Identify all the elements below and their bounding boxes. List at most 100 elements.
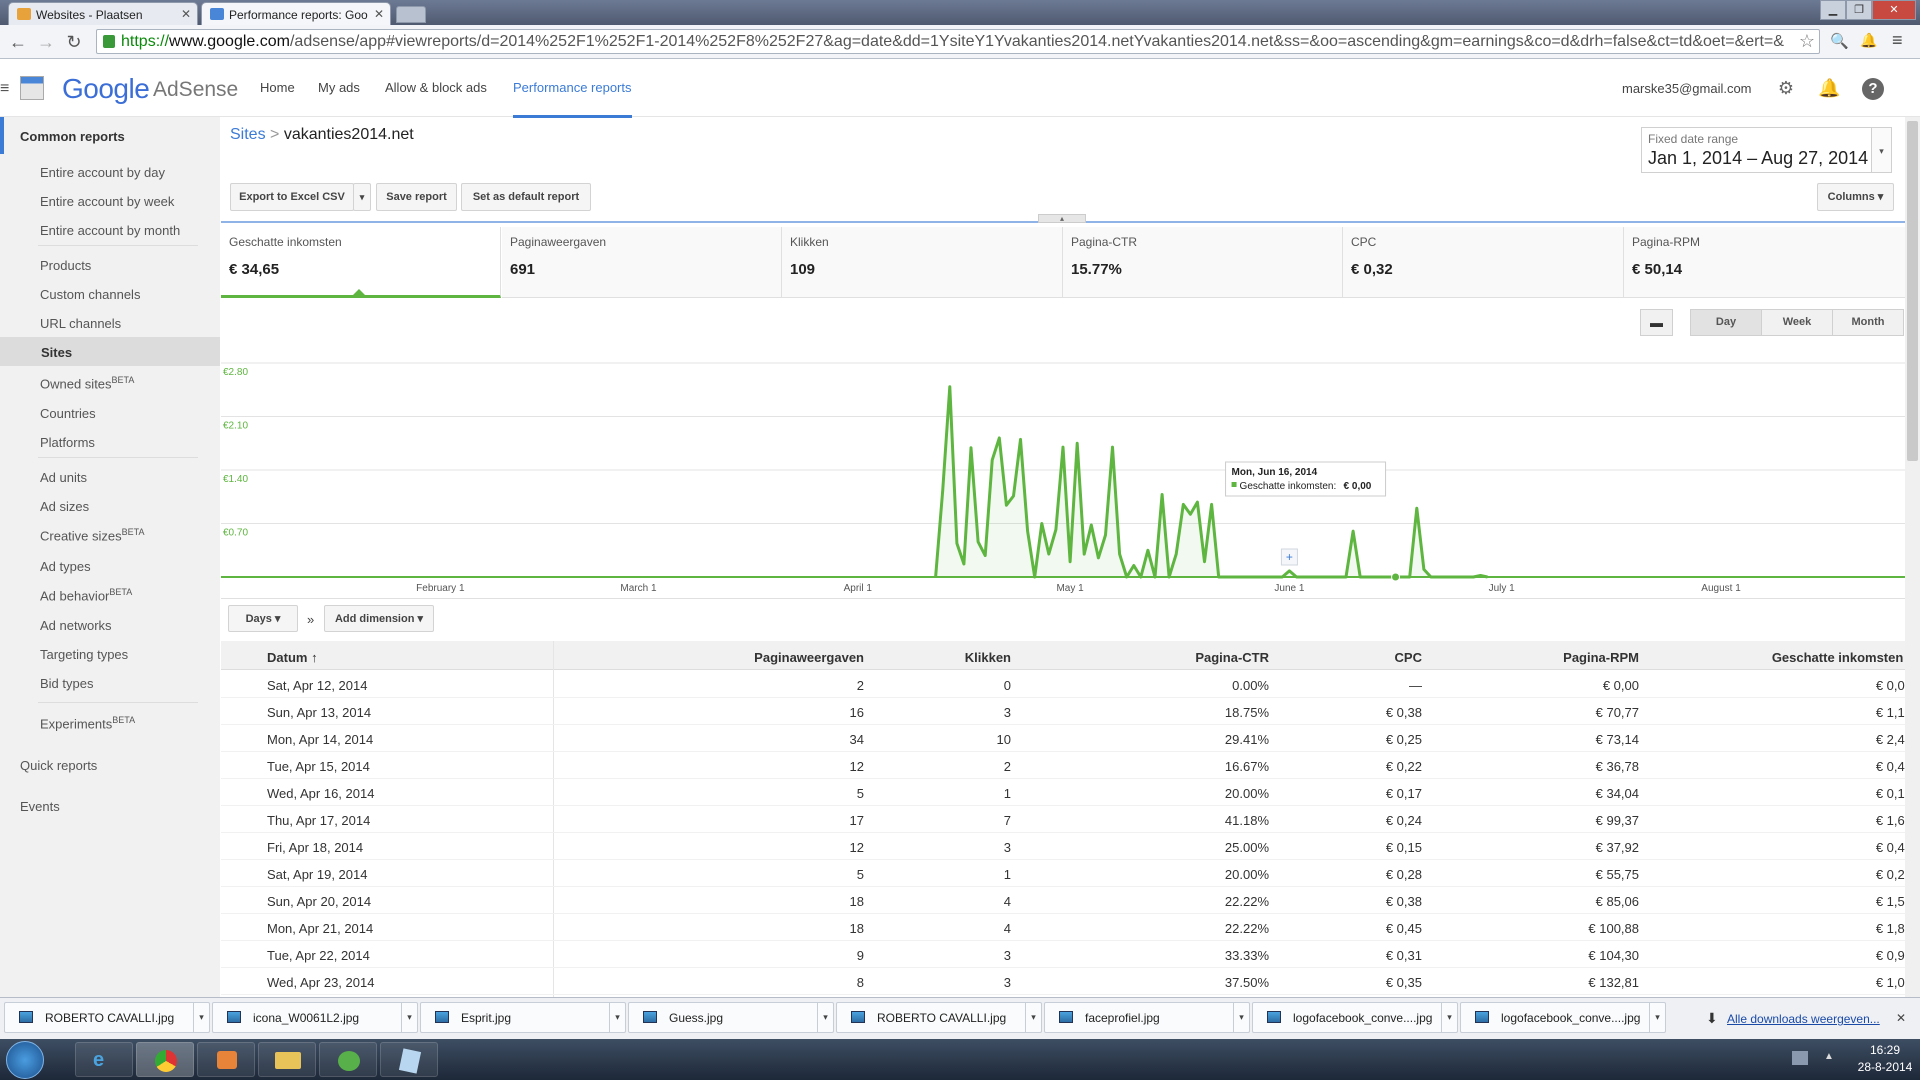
taskbar-chrome-icon[interactable] [136,1042,194,1077]
sidebar-item-ad-behavior[interactable]: Ad behaviorBETA [40,587,132,603]
extension-bell-icon[interactable]: 🔔 [1860,32,1880,52]
breadcrumb-sites-link[interactable]: Sites [230,126,266,143]
metric-card-pageviews[interactable]: Paginaweergaven 691 [502,227,782,298]
sidebar-item-entire-account-by-month[interactable]: Entire account by month [40,223,180,238]
sidebar-item-ad-sizes[interactable]: Ad sizes [40,499,89,514]
set-default-report-button[interactable]: Set as default report [461,183,591,211]
forward-arrow-icon[interactable]: → [34,31,58,53]
taskbar-explorer-folder-icon[interactable] [258,1042,316,1077]
download-options-dropdown-icon[interactable]: ▾ [817,1003,833,1032]
column-header-cpc[interactable]: CPC [1321,650,1422,665]
taskbar-messenger-icon[interactable] [319,1042,377,1077]
taskbar-clock-date[interactable]: 28-8-2014 [1850,1060,1920,1074]
sidebar-item-url-channels[interactable]: URL channels [40,316,121,331]
column-header-estimated-earnings[interactable]: Geschatte inkomsten * [1671,650,1912,665]
close-tab-icon[interactable]: ✕ [181,7,191,21]
sidebar-section-common-reports[interactable]: Common reports [20,129,125,144]
help-icon[interactable]: ? [1862,78,1884,100]
sidebar-item-ad-networks[interactable]: Ad networks [40,618,112,633]
earnings-line-chart[interactable]: €0.70 €1.40 €2.10 €2.80 February 1 March 1 Apr… [221,345,1905,595]
sidebar-item-countries[interactable]: Countries [40,406,96,421]
sidebar-toggle-icon[interactable]: ≡ [0,80,9,98]
taskbar-media-player-icon[interactable] [197,1042,255,1077]
close-window-button[interactable]: ✕ [1872,0,1916,20]
download-options-dropdown-icon[interactable]: ▾ [1441,1003,1457,1032]
new-tab-button[interactable] [396,6,426,23]
tray-network-icon[interactable] [1792,1051,1808,1065]
annotations-comment-icon[interactable]: ▬ [1640,309,1673,336]
chrome-menu-icon[interactable]: ≡ [1892,30,1912,50]
date-range-picker[interactable]: Fixed date range Jan 1, 2014 – Aug 27, 2… [1641,127,1872,173]
collapse-handle-icon[interactable]: ▴ [1038,214,1086,223]
date-range-dropdown-icon[interactable]: ▾ [1872,127,1892,173]
download-item[interactable]: Guess.jpg ▾ [628,1002,834,1033]
granularity-month-tab[interactable]: Month [1832,309,1904,336]
taskbar-notepad-icon[interactable] [380,1042,438,1077]
download-item[interactable]: Esprit.jpg ▾ [420,1002,626,1033]
export-csv-button[interactable]: Export to Excel CSV [230,183,354,211]
granularity-day-tab[interactable]: Day [1690,309,1762,336]
show-all-downloads-link[interactable]: Alle downloads weergeven... [1727,1012,1880,1026]
sidebar-item-ad-units[interactable]: Ad units [40,470,87,485]
column-header-pageviews[interactable]: Paginaweergaven [621,650,864,665]
nav-home[interactable]: Home [260,80,295,95]
sidebar-item-sites[interactable]: Sites [41,345,72,360]
add-dimension-button[interactable]: Add dimension ▾ [324,605,434,632]
sidebar-item-bid-types[interactable]: Bid types [40,676,93,691]
notifications-bell-icon[interactable]: 🔔 [1818,78,1840,100]
sidebar-item-custom-channels[interactable]: Custom channels [40,287,140,302]
sidebar-section-quick-reports[interactable]: Quick reports [20,758,97,773]
download-options-dropdown-icon[interactable]: ▾ [1233,1003,1249,1032]
download-options-dropdown-icon[interactable]: ▾ [1649,1003,1665,1032]
scrollbar-thumb[interactable] [1907,121,1918,461]
sidebar-item-platforms[interactable]: Platforms [40,435,95,450]
sidebar-item-entire-account-by-week[interactable]: Entire account by week [40,194,174,209]
taskbar-clock-time[interactable]: 16:29 [1856,1043,1914,1057]
sidebar-item-targeting-types[interactable]: Targeting types [40,647,128,662]
download-options-dropdown-icon[interactable]: ▾ [1025,1003,1041,1032]
granularity-week-tab[interactable]: Week [1761,309,1833,336]
nav-performance-reports[interactable]: Performance reports [513,80,632,118]
export-dropdown-icon[interactable]: ▾ [353,183,371,211]
sidebar-section-events[interactable]: Events [20,799,60,814]
minimize-window-button[interactable]: ▁ [1820,0,1846,20]
bookmark-star-icon[interactable]: ☆ [1798,31,1815,52]
sidebar-item-creative-sizes[interactable]: Creative sizesBETA [40,527,144,543]
account-email[interactable]: marske35@gmail.com [1622,81,1752,96]
metric-card-cpc[interactable]: CPC € 0,32 [1343,227,1624,298]
column-header-page-rpm[interactable]: Pagina-RPM [1521,650,1639,665]
sidebar-item-owned-sites[interactable]: Owned sitesBETA [40,375,134,391]
metric-card-clicks[interactable]: Klikken 109 [782,227,1063,298]
address-bar[interactable]: https://www.google.com/adsense/app#viewr… [96,29,1820,54]
download-options-dropdown-icon[interactable]: ▾ [609,1003,625,1032]
extension-search-icon[interactable]: 🔍 [1830,32,1850,52]
download-options-dropdown-icon[interactable]: ▾ [401,1003,417,1032]
nav-my-ads[interactable]: My ads [318,80,360,95]
download-item[interactable]: logofacebook_conve....jpg ▾ [1252,1002,1458,1033]
download-item[interactable]: ROBERTO CAVALLI.jpg ▾ [4,1002,210,1033]
save-report-button[interactable]: Save report [376,183,457,211]
dimension-days-select[interactable]: Days ▾ [228,605,298,632]
metric-card-estimated-earnings[interactable]: Geschatte inkomsten € 34,65 [221,227,501,298]
browser-tab-performance[interactable]: Performance reports: Goo ✕ [201,2,391,25]
page-scrollbar[interactable] [1905,117,1920,997]
column-header-datum[interactable]: Datum ↑ [267,650,318,665]
taskbar-internet-explorer-icon[interactable]: e [75,1042,133,1077]
download-item[interactable]: faceprofiel.jpg ▾ [1044,1002,1250,1033]
sidebar-item-entire-account-by-day[interactable]: Entire account by day [40,165,165,180]
column-header-clicks[interactable]: Klikken [921,650,1011,665]
download-item[interactable]: logofacebook_conve....jpg ▾ [1460,1002,1666,1033]
sidebar-item-products[interactable]: Products [40,258,91,273]
google-logo[interactable]: Google [62,73,150,105]
close-downloads-icon[interactable]: ✕ [1896,1011,1906,1025]
sidebar-item-ad-types[interactable]: Ad types [40,559,91,574]
sidebar-item-experiments[interactable]: ExperimentsBETA [40,715,135,731]
download-options-dropdown-icon[interactable]: ▾ [193,1003,209,1032]
download-item[interactable]: ROBERTO CAVALLI.jpg ▾ [836,1002,1042,1033]
column-header-page-ctr[interactable]: Pagina-CTR [1171,650,1269,665]
columns-button[interactable]: Columns ▾ [1817,183,1894,211]
back-arrow-icon[interactable]: ← [6,31,30,53]
browser-tab-websites[interactable]: Websites - Plaatsen ✕ [8,2,198,25]
download-item[interactable]: icona_W0061L2.jpg ▾ [212,1002,418,1033]
tray-show-hidden-icon[interactable]: ▲ [1824,1051,1834,1062]
